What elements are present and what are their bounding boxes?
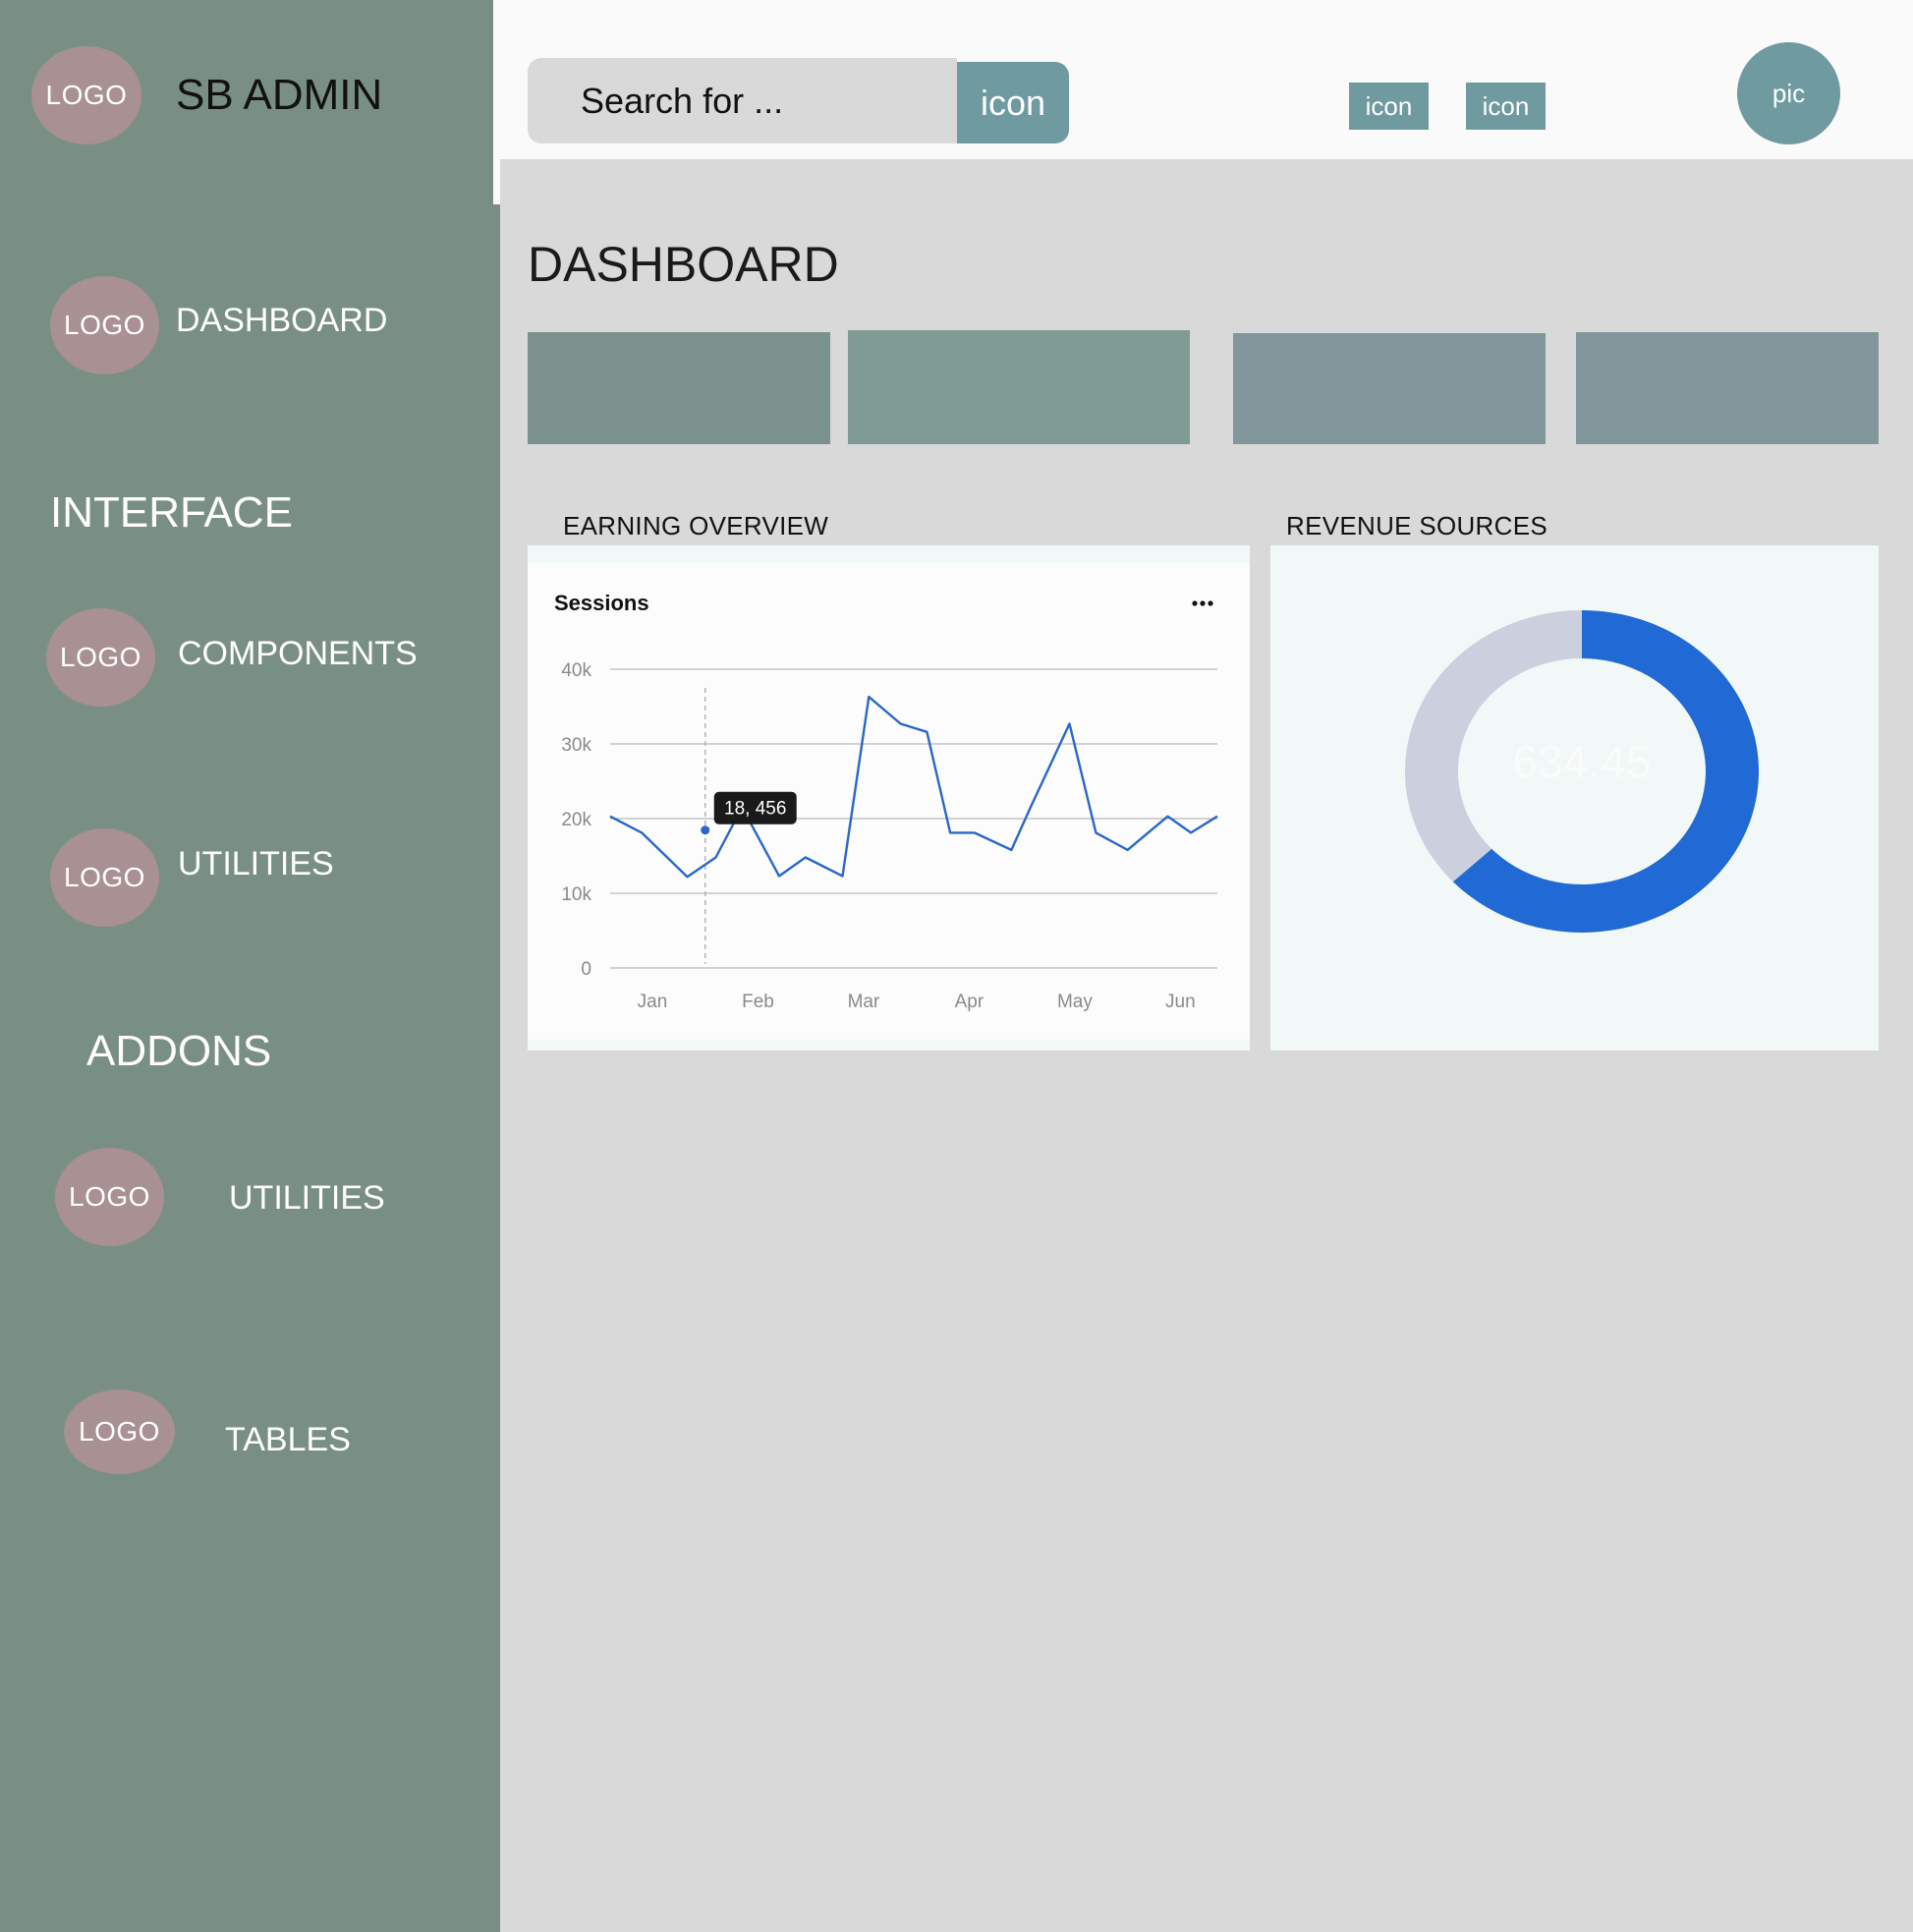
chart-title: Sessions: [554, 591, 649, 615]
x-tick-label: Apr: [955, 992, 985, 1012]
stat-card-2[interactable]: [848, 330, 1190, 444]
brand-name[interactable]: SB ADMIN: [176, 74, 382, 117]
sidebar-item-tables-logo-icon[interactable]: LOGO: [64, 1390, 175, 1474]
alerts-icon[interactable]: icon: [1349, 83, 1429, 130]
user-avatar[interactable]: pic: [1737, 42, 1840, 144]
x-tick-label: Mar: [848, 992, 880, 1012]
brand-logo-icon[interactable]: LOGO: [31, 46, 141, 144]
sessions-chart-card: Sessions 40k 30k 20k 10k 0 Jan Feb Mar Apr May Ju…: [528, 563, 1250, 1040]
sidebar-item-dashboard[interactable]: DASHBOARD: [176, 304, 387, 337]
sidebar-item-components-logo-icon[interactable]: LOGO: [46, 608, 155, 707]
sidebar-heading-interface: INTERFACE: [50, 488, 293, 537]
y-tick-label: 10k: [561, 884, 591, 905]
search-button[interactable]: icon: [957, 62, 1069, 143]
x-tick-label: May: [1057, 992, 1093, 1012]
sidebar-item-addons-utilities-logo-icon[interactable]: LOGO: [55, 1148, 164, 1246]
x-tick-label: Feb: [742, 992, 774, 1012]
sidebar-heading-addons: ADDONS: [86, 1027, 272, 1075]
sidebar-item-addons-utilities[interactable]: UTILITIES: [229, 1181, 385, 1215]
y-tick-label: 40k: [561, 660, 591, 681]
more-horizontal-icon[interactable]: [1192, 600, 1213, 606]
earning-overview-title: EARNING OVERVIEW: [563, 511, 829, 540]
y-tick-label: 0: [581, 959, 591, 980]
sessions-line-chart: Sessions 40k 30k 20k 10k 0 Jan Feb Mar Apr May Ju…: [554, 591, 1218, 1012]
stat-card-4[interactable]: [1576, 332, 1879, 444]
sessions-series-line: [609, 695, 1218, 879]
revenue-sources-title: REVENUE SOURCES: [1286, 511, 1547, 540]
search-input[interactable]: [528, 58, 957, 143]
sidebar-item-utilities-logo-icon[interactable]: LOGO: [50, 828, 159, 927]
tooltip-point[interactable]: [701, 825, 710, 835]
stat-card-3[interactable]: [1233, 333, 1546, 444]
tooltip-label: 18, 456: [724, 799, 786, 820]
page-title: DASHBOARD: [528, 237, 839, 292]
y-tick-label: 20k: [561, 810, 591, 830]
y-tick-label: 30k: [561, 735, 591, 756]
sidebar-item-components[interactable]: COMPONENTS: [178, 637, 418, 670]
stat-card-1[interactable]: [528, 332, 830, 444]
x-tick-label: Jun: [1165, 992, 1196, 1012]
sidebar-item-tables[interactable]: TABLES: [225, 1423, 351, 1456]
donut-center-value: 634.45: [1513, 736, 1652, 787]
sidebar: LOGO SB ADMIN LOGO DASHBOARD INTERFACE L…: [0, 0, 500, 1932]
revenue-donut-chart: 634.45: [1405, 610, 1759, 933]
sidebar-item-dashboard-logo-icon[interactable]: LOGO: [50, 276, 159, 374]
topbar-edge: [493, 159, 500, 204]
messages-icon[interactable]: icon: [1466, 83, 1546, 130]
sidebar-item-utilities[interactable]: UTILITIES: [178, 847, 334, 881]
revenue-sources-panel: 634.45: [1270, 545, 1879, 1051]
x-tick-label: Jan: [638, 992, 668, 1012]
